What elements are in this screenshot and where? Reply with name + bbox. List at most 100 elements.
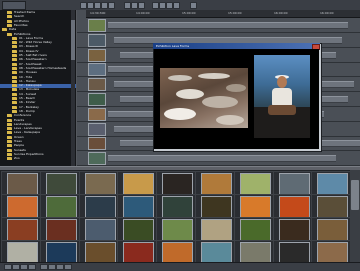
folder-icon <box>12 92 17 96</box>
timeline-thumbnail[interactable] <box>88 33 106 47</box>
folder-icon <box>7 23 12 27</box>
thumbnail-cell[interactable] <box>1 171 43 195</box>
prev-page-icon[interactable] <box>12 264 20 270</box>
tree-item-label: 12 - Kalaupapa <box>19 84 42 88</box>
tree-item-label: 15 - Beach <box>19 97 36 100</box>
thumbnail-cell[interactable] <box>156 217 199 241</box>
photo-thumbnail <box>162 173 194 195</box>
thumbnail-cell[interactable] <box>195 240 237 264</box>
thumbnail-cell[interactable] <box>195 217 237 241</box>
thumbnail-cell[interactable] <box>1 240 43 264</box>
last-page-icon[interactable] <box>28 264 36 270</box>
settings-icon[interactable] <box>190 2 197 9</box>
thumbnail-cell[interactable] <box>78 171 121 195</box>
next-icon[interactable] <box>131 2 138 9</box>
folder-icon <box>12 58 17 62</box>
thumbnail-cell[interactable] <box>78 240 121 264</box>
rewind-icon[interactable] <box>80 2 87 9</box>
prev-icon[interactable] <box>124 2 131 9</box>
thumbnail-cell[interactable] <box>39 240 82 264</box>
next-page-icon[interactable] <box>20 264 28 270</box>
thumbnail-cell[interactable] <box>117 240 160 264</box>
thumbnail-cell[interactable] <box>78 217 121 241</box>
thumbnail-cell[interactable] <box>195 194 237 218</box>
thumbnail-cell[interactable] <box>39 171 82 195</box>
rotate-icon[interactable] <box>48 264 56 270</box>
thumbnail-cell[interactable] <box>117 217 160 241</box>
email-icon[interactable] <box>64 264 72 270</box>
copy-icon[interactable] <box>159 2 166 9</box>
thumbnail-cell[interactable] <box>1 217 43 241</box>
thumbnail-cell[interactable] <box>117 171 160 195</box>
thumbnail-cell[interactable] <box>156 171 199 195</box>
tree-item-label: People <box>14 144 24 148</box>
timeline-thumbnail[interactable] <box>88 63 106 77</box>
print-icon[interactable] <box>56 264 64 270</box>
thumbnail-cell[interactable] <box>272 240 315 264</box>
stop-icon[interactable] <box>101 2 108 9</box>
timeline-thumbnail[interactable] <box>88 122 106 136</box>
tree-item[interactable]: Zoo <box>0 157 76 161</box>
timeline-thumbnail[interactable] <box>88 107 106 121</box>
thumbnail-cell[interactable] <box>156 194 199 218</box>
thumbnail-cell[interactable] <box>117 194 160 218</box>
face <box>277 76 287 88</box>
timeline-thumbnail[interactable] <box>88 137 106 151</box>
timeline-thumbnail[interactable] <box>88 48 106 62</box>
thumbnail-cell[interactable] <box>39 194 82 218</box>
folder-icon <box>12 75 17 79</box>
tree-scroll-thumb[interactable] <box>71 20 75 60</box>
forward-icon[interactable] <box>108 2 115 9</box>
thumbnail-cell[interactable] <box>156 240 199 264</box>
tree-item-label: 07 - Southwest <box>19 62 42 66</box>
timeline-thumbnail[interactable] <box>88 152 106 166</box>
tree-item-label: Exhibitions <box>14 32 31 36</box>
photo-thumbnail <box>7 173 38 195</box>
thumbnail-cell[interactable] <box>233 171 276 195</box>
photo-thumbnail <box>45 219 77 241</box>
photo-thumbnail <box>45 242 77 264</box>
photo-thumbnail <box>84 242 116 264</box>
tree-item-label: 08 - Southwestern Homesteads <box>19 66 67 70</box>
folder-icon <box>12 66 17 70</box>
thumbnail-cell[interactable] <box>233 217 276 241</box>
first-page-icon[interactable] <box>4 264 12 270</box>
folder-icon <box>7 140 12 143</box>
slideshow-icon[interactable] <box>40 264 48 270</box>
timeline-ruler: 14:30:300 14:00:00 15:00:00 15:00:00 16:… <box>86 10 360 18</box>
timeline-thumbnail[interactable] <box>88 93 106 106</box>
folder-icon <box>7 157 12 161</box>
thumbnail-cell[interactable] <box>272 171 315 195</box>
photo-thumbnail <box>278 219 310 241</box>
timeline-thumbnail[interactable] <box>88 19 106 32</box>
thumbnail-cell[interactable] <box>233 194 276 218</box>
thumbnail-cell[interactable] <box>233 240 276 264</box>
thumbnail-cell[interactable] <box>311 240 354 264</box>
grid-scroll-thumb[interactable] <box>351 180 359 210</box>
photo-thumbnail <box>201 173 232 195</box>
thumbnail-cell[interactable] <box>311 171 354 195</box>
thumbnail-cell[interactable] <box>272 217 315 241</box>
zoom-box[interactable] <box>2 1 26 10</box>
folder-icon <box>12 79 17 83</box>
timeline-thumbnail[interactable] <box>88 78 106 92</box>
timeline-clip[interactable] <box>108 155 336 163</box>
thumbnail-cell[interactable] <box>195 171 237 195</box>
thumbnail-cell[interactable] <box>78 194 121 218</box>
play-icon[interactable] <box>87 2 94 9</box>
delete-icon[interactable] <box>173 2 180 9</box>
tree-item-label: 13 - Mokuleia <box>19 88 40 92</box>
thumbnail-cell[interactable] <box>272 194 315 218</box>
timeline-clip[interactable] <box>108 22 348 29</box>
ruler-tick: 16:00:00 <box>320 11 334 15</box>
cut-icon[interactable] <box>152 2 159 9</box>
thumbnail-cell[interactable] <box>311 217 354 241</box>
loop-icon[interactable] <box>138 2 145 9</box>
folder-icon <box>7 127 12 131</box>
paste-icon[interactable] <box>166 2 173 9</box>
thumbnail-cell[interactable] <box>39 217 82 241</box>
pause-icon[interactable] <box>94 2 101 9</box>
photo-thumbnail <box>84 173 116 195</box>
thumbnail-cell[interactable] <box>311 194 354 218</box>
thumbnail-cell[interactable] <box>1 194 43 218</box>
